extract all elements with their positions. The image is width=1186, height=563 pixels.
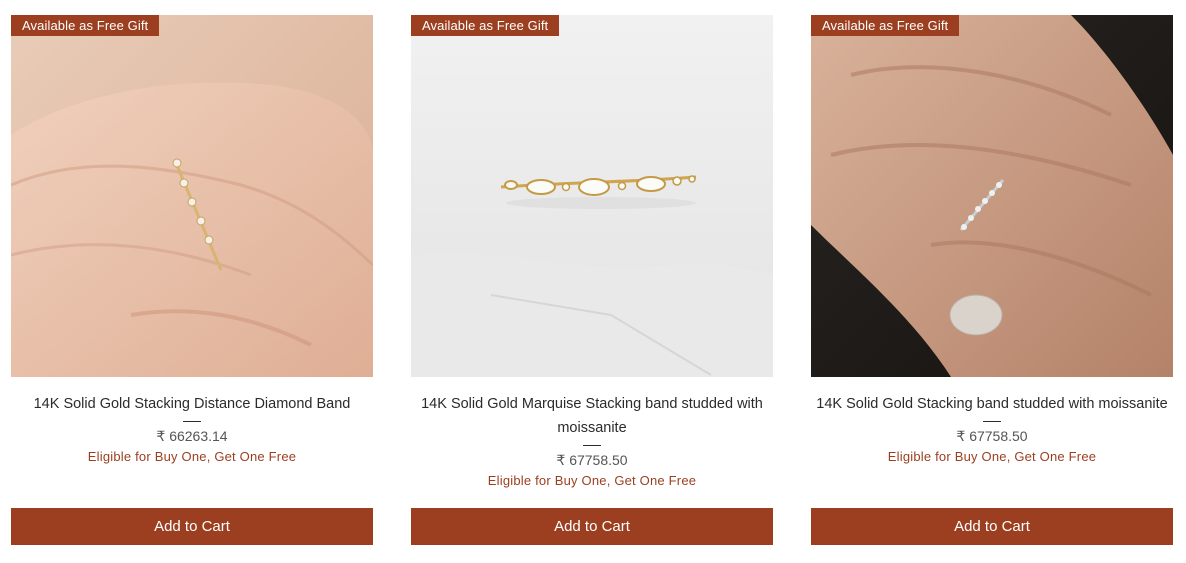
product-card: Available as Free Gift 14K Solid Gold St… [811,15,1173,545]
offer-text: Eligible for Buy One, Get One Free [87,449,297,464]
product-photo-hand-diamond-band [11,15,373,377]
title-divider [183,421,201,422]
product-image-link[interactable]: Available as Free Gift [811,15,1173,377]
product-title[interactable]: 14K Solid Gold Marquise Stacking band st… [411,392,773,440]
product-info: 14K Solid Gold Stacking Distance Diamond… [11,392,373,467]
product-photo-marquise-band [411,15,773,377]
title-divider [583,445,601,446]
product-price: ₹ 67758.50 [556,452,628,468]
product-title[interactable]: 14K Solid Gold Stacking Distance Diamond… [11,392,373,416]
title-divider [983,421,1001,422]
product-title[interactable]: 14K Solid Gold Stacking band studded wit… [811,392,1173,416]
product-info: 14K Solid Gold Marquise Stacking band st… [411,392,773,491]
add-to-cart-button[interactable]: Add to Cart [411,508,773,545]
product-image-link[interactable]: Available as Free Gift [411,15,773,377]
product-image-link[interactable]: Available as Free Gift [11,15,373,377]
free-gift-badge: Available as Free Gift [811,15,960,36]
free-gift-badge: Available as Free Gift [411,15,560,36]
product-card: Available as Free Gift 14K Solid Gold Ma… [411,15,773,545]
free-gift-badge: Available as Free Gift [11,15,160,36]
product-card: Available as Free Gift 14K Solid Gold St… [11,15,373,545]
product-price: ₹ 66263.14 [156,428,228,444]
add-to-cart-button[interactable]: Add to Cart [811,508,1173,545]
add-to-cart-button[interactable]: Add to Cart [11,508,373,545]
product-info: 14K Solid Gold Stacking band studded wit… [811,392,1173,467]
product-price: ₹ 67758.50 [956,428,1028,444]
product-photo-hands-moissanite-band [811,15,1173,377]
offer-text: Eligible for Buy One, Get One Free [487,473,697,488]
offer-text: Eligible for Buy One, Get One Free [887,449,1097,464]
